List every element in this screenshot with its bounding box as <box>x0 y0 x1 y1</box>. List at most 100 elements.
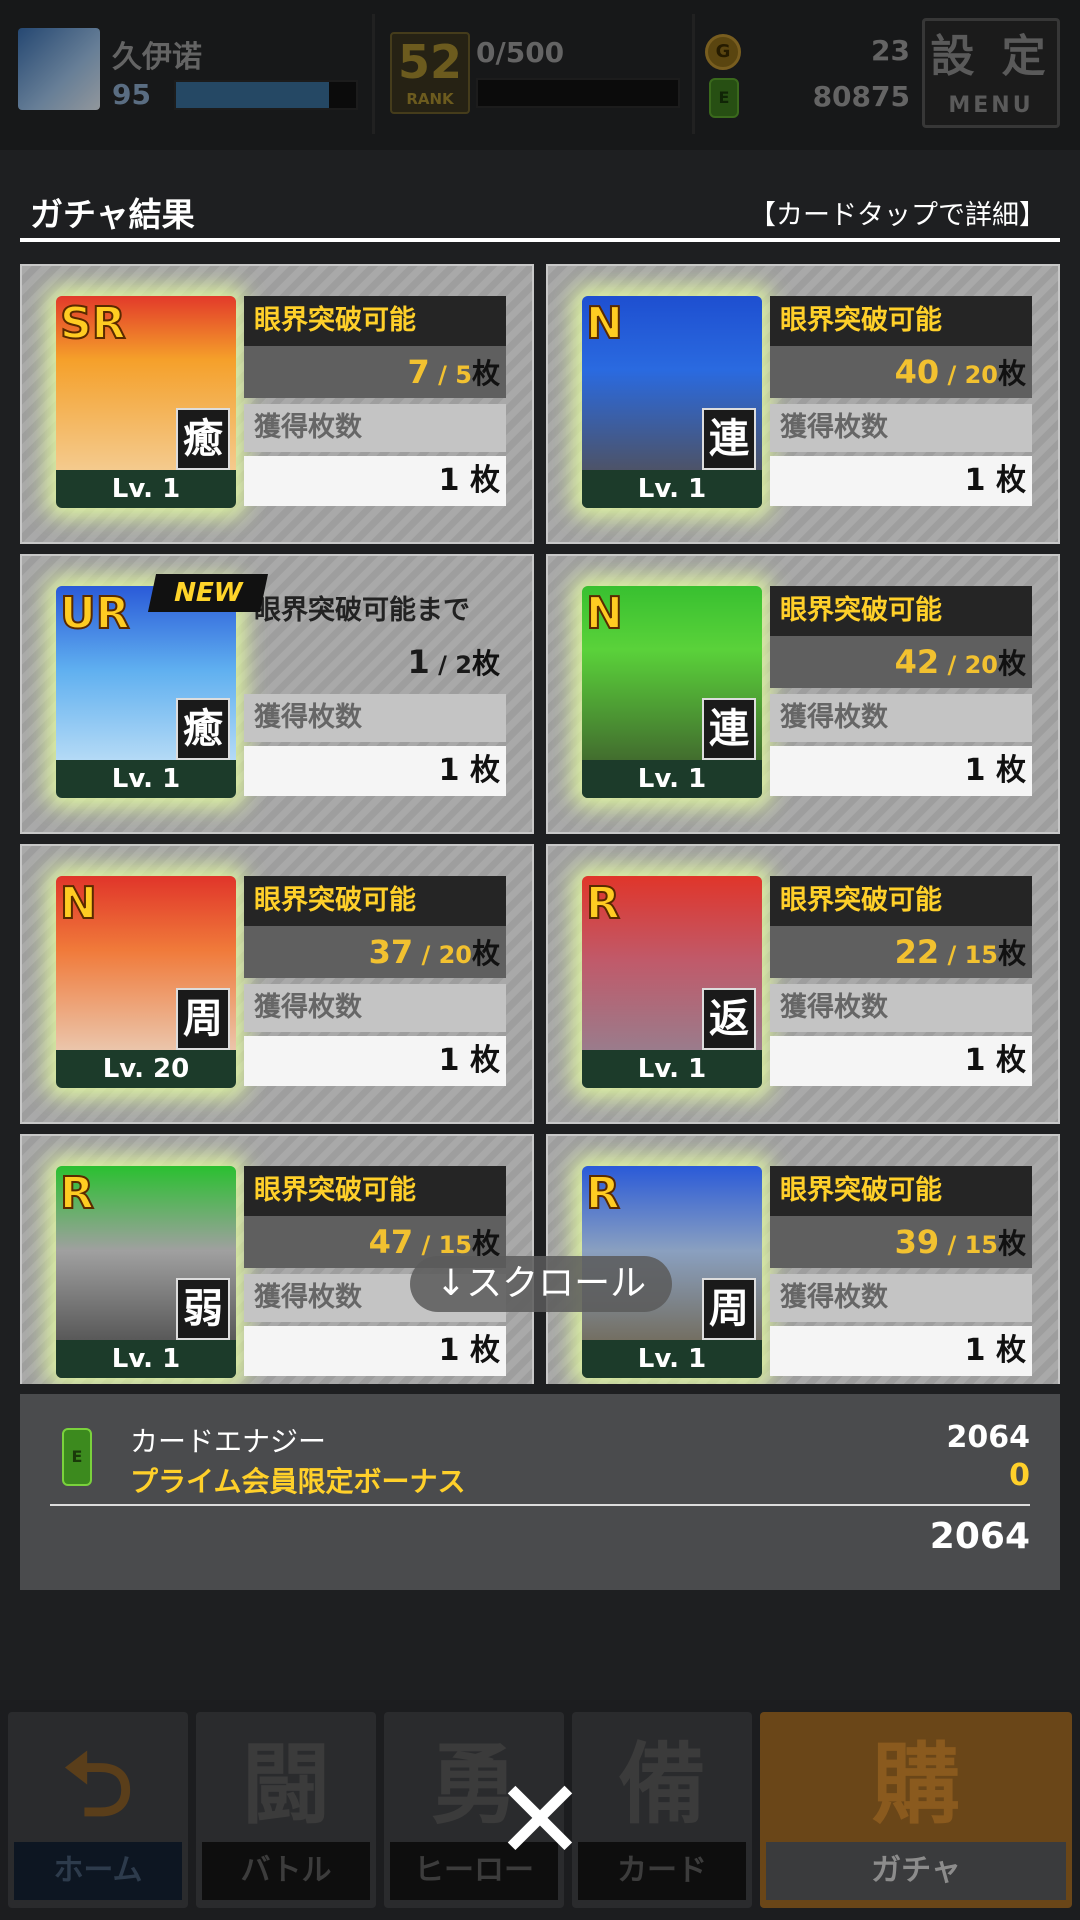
status-bar: 久伊诺 95 52 RANK 0/500 G 23 E 80875 設 定 ME… <box>0 0 1080 150</box>
required-count: 20 <box>964 361 998 389</box>
obtained-label: 獲得枚数 <box>770 984 1032 1032</box>
card-thumbnail[interactable]: R 返 Lv. 1 <box>582 876 762 1088</box>
nav-tab-1[interactable]: 闘 バトル <box>196 1712 376 1908</box>
unit-label: 枚 <box>997 1227 1026 1260</box>
attribute-badge: 周 <box>176 988 230 1050</box>
slash: / <box>429 651 456 679</box>
card-result-cell[interactable]: N 連 Lv. 1 眼界突破可能 42 / 20枚 獲得枚数 1 枚 <box>546 554 1060 834</box>
obtained-count: 1 枚 <box>770 746 1032 796</box>
owned-count: 47 <box>368 1223 414 1261</box>
card-level: Lv. 1 <box>582 1340 762 1378</box>
owned-count: 7 <box>407 353 430 391</box>
limit-break-status: 眼界突破可能 <box>244 1166 506 1216</box>
limit-break-status: 眼界突破可能 <box>770 1166 1032 1216</box>
required-count: 20 <box>964 651 998 679</box>
card-thumbnail[interactable]: UR 癒 Lv. 1 <box>56 586 236 798</box>
limit-break-progress: 42 / 20枚 <box>770 636 1032 688</box>
limit-break-progress: 22 / 15枚 <box>770 926 1032 978</box>
unit-label: 枚 <box>470 1333 500 1368</box>
card-thumbnail[interactable]: N 連 Lv. 1 <box>582 586 762 798</box>
nav-tab-3[interactable]: 備 カード <box>572 1712 752 1908</box>
obtained-number: 1 <box>438 463 460 498</box>
result-card-grid[interactable]: SR 癒 Lv. 1 眼界突破可能 7 / 5枚 獲得枚数 1 枚 N 連 Lv… <box>20 264 1060 1384</box>
limit-break-status: 眼界突破可能 <box>244 296 506 346</box>
limit-break-status: 眼界突破可能 <box>770 876 1032 926</box>
obtained-label: 獲得枚数 <box>770 1274 1032 1322</box>
battle-controller-icon: 闘 <box>241 1733 330 1836</box>
card-result-cell[interactable]: N 周 Lv. 20 眼界突破可能 37 / 20枚 獲得枚数 1 枚 <box>20 844 534 1124</box>
card-level: Lv. 1 <box>582 760 762 798</box>
limit-break-progress: 1 / 2枚 <box>244 636 506 688</box>
unit-label: 枚 <box>997 357 1026 390</box>
card-icon: 備 <box>617 1733 706 1836</box>
divider <box>50 1504 1030 1506</box>
obtained-label: 獲得枚数 <box>244 694 506 742</box>
slash: / <box>939 361 965 389</box>
card-result-cell[interactable]: N 連 Lv. 1 眼界突破可能 40 / 20枚 獲得枚数 1 枚 <box>546 264 1060 544</box>
required-count: 20 <box>438 941 472 969</box>
unit-label: 枚 <box>996 463 1026 498</box>
unit-label: 枚 <box>471 647 500 680</box>
limit-break-status: 眼界突破可能 <box>770 296 1032 346</box>
rarity-badge: N <box>59 877 98 930</box>
attribute-badge: 返 <box>702 988 756 1050</box>
card-thumbnail[interactable]: N 連 Lv. 1 <box>582 296 762 508</box>
owned-count: 1 <box>407 643 430 681</box>
owned-count: 42 <box>894 643 940 681</box>
card-energy-panel: E カードエナジー プライム会員限定ボーナス 2064 0 2064 <box>20 1394 1060 1590</box>
unit-label: 枚 <box>996 1333 1026 1368</box>
limit-break-progress: 40 / 20枚 <box>770 346 1032 398</box>
limit-break-status: 眼界突破可能 <box>244 876 506 926</box>
card-thumbnail[interactable]: N 周 Lv. 20 <box>56 876 236 1088</box>
obtained-count: 1 枚 <box>244 1326 506 1376</box>
obtained-number: 1 <box>964 463 986 498</box>
required-count: 5 <box>455 361 472 389</box>
energy-can-icon: E <box>62 1428 92 1486</box>
required-count: 15 <box>438 1231 472 1259</box>
rarity-badge: N <box>585 297 624 350</box>
rarity-badge: R <box>585 877 621 930</box>
nav-tab-4[interactable]: 購 ガチャ <box>760 1712 1072 1908</box>
obtained-number: 1 <box>438 1333 460 1368</box>
attribute-badge: 癒 <box>176 698 230 760</box>
prime-bonus-label: プライム会員限定ボーナス <box>130 1465 466 1498</box>
obtained-label: 獲得枚数 <box>770 404 1032 452</box>
obtained-label: 獲得枚数 <box>244 984 506 1032</box>
card-level: Lv. 1 <box>56 470 236 508</box>
required-count: 2 <box>455 651 472 679</box>
bonus-value: 0 <box>1009 1458 1030 1493</box>
rarity-badge: R <box>59 1167 95 1220</box>
energy-label: カードエナジー <box>130 1425 327 1458</box>
unit-label: 枚 <box>470 463 500 498</box>
limit-break-progress: 7 / 5枚 <box>244 346 506 398</box>
close-icon[interactable]: ✕ <box>490 1765 590 1875</box>
card-result-cell[interactable]: SR 癒 Lv. 1 眼界突破可能 7 / 5枚 獲得枚数 1 枚 <box>20 264 534 544</box>
limit-break-status: 眼界突破可能 <box>770 586 1032 636</box>
required-count: 15 <box>964 941 998 969</box>
obtained-count: 1 枚 <box>770 456 1032 506</box>
attribute-badge: 弱 <box>176 1278 230 1340</box>
card-result-cell[interactable]: R 返 Lv. 1 眼界突破可能 22 / 15枚 獲得枚数 1 枚 <box>546 844 1060 1124</box>
header-underline <box>20 238 1060 242</box>
required-count: 15 <box>964 1231 998 1259</box>
owned-count: 40 <box>894 353 940 391</box>
rarity-badge: UR <box>59 587 131 640</box>
unit-label: 枚 <box>470 1043 500 1078</box>
card-thumbnail[interactable]: SR 癒 Lv. 1 <box>56 296 236 508</box>
nav-tab-label: カード <box>578 1842 746 1900</box>
limit-break-progress: 39 / 15枚 <box>770 1216 1032 1268</box>
slash: / <box>939 651 965 679</box>
slash: / <box>939 941 965 969</box>
limit-break-progress: 37 / 20枚 <box>244 926 506 978</box>
owned-count: 37 <box>368 933 414 971</box>
rarity-badge: SR <box>59 297 127 350</box>
obtained-label: 獲得枚数 <box>244 404 506 452</box>
limit-break-status: 眼界突破可能まで <box>254 595 470 626</box>
rarity-badge: N <box>585 587 624 640</box>
obtained-number: 1 <box>438 753 460 788</box>
card-result-cell[interactable]: UR 癒 Lv. 1 NEW 眼界突破可能まで 1 / 2枚 獲得枚数 1 枚 <box>20 554 534 834</box>
obtained-count: 1 枚 <box>244 456 506 506</box>
unit-label: 枚 <box>996 1043 1026 1078</box>
card-thumbnail[interactable]: R 弱 Lv. 1 <box>56 1166 236 1378</box>
nav-tab-0[interactable]: ⮌ ホーム <box>8 1712 188 1908</box>
